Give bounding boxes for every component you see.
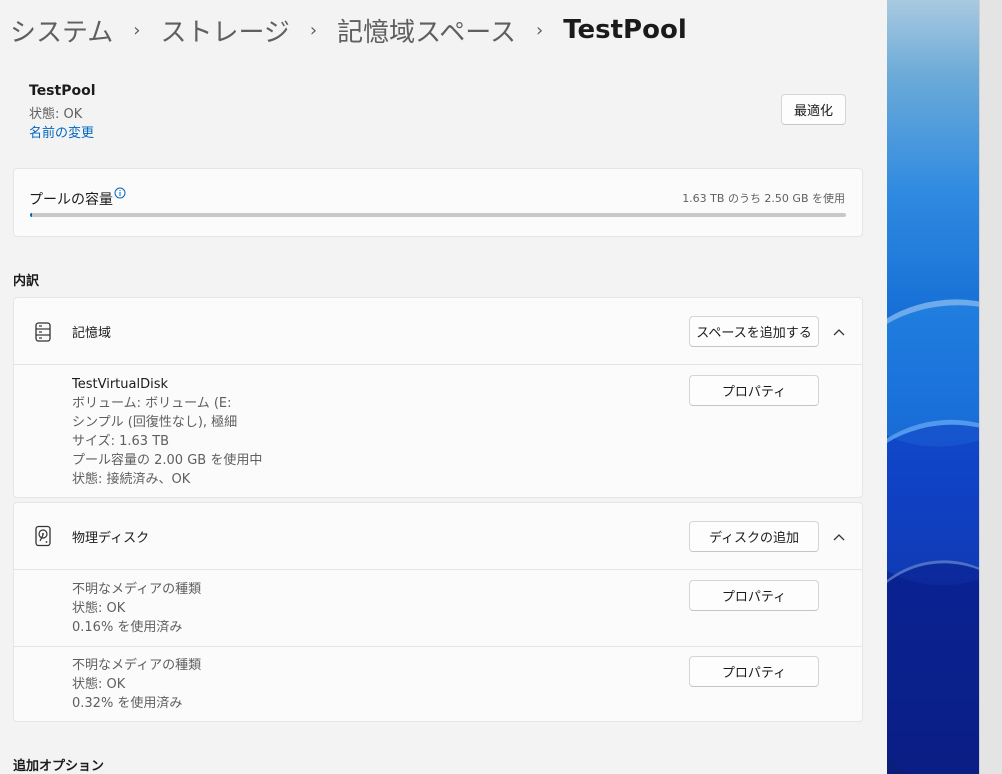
physical-disk-status: 状態: OK <box>72 677 126 692</box>
storage-icon <box>35 322 51 342</box>
physical-disk-properties-button[interactable]: プロパティ <box>689 656 819 687</box>
scrollbar[interactable] <box>979 0 1002 774</box>
virtual-disk-pool-usage: プール容量の 2.00 GB を使用中 <box>72 453 263 468</box>
virtual-disk-size: サイズ: 1.63 TB <box>72 434 170 449</box>
pool-capacity-card: プールの容量 1.63 TB のうち 2.50 GB を使用 <box>13 168 863 237</box>
pool-name: TestPool <box>29 83 96 99</box>
breadcrumb-separator: › <box>536 19 544 41</box>
virtual-disk-properties-button[interactable]: プロパティ <box>689 375 819 406</box>
physical-disk-media-type: 不明なメディアの種類 <box>72 582 202 597</box>
physical-disk-usage: 0.16% を使用済み <box>72 620 183 635</box>
physical-disks-group-header[interactable]: 物理ディスク ディスクの追加 <box>14 503 862 569</box>
additional-options-title: 追加オプション <box>13 759 105 774</box>
virtual-disk-volume: ボリューム: ボリューム (E: <box>72 396 232 411</box>
breadcrumb-separator: › <box>309 19 318 41</box>
breadcrumb-storage[interactable]: ストレージ <box>160 12 289 49</box>
physical-disks-group: 物理ディスク ディスクの追加 不明なメディアの種類 状態: OK 0.16% を… <box>13 502 863 722</box>
divider <box>14 364 862 365</box>
rename-link[interactable]: 名前の変更 <box>29 122 94 141</box>
storage-group-title: 記憶域 <box>72 326 112 341</box>
breadcrumb: システム › ストレージ › 記憶域スペース › TestPool <box>10 10 687 50</box>
storage-group-header[interactable]: 記憶域 スペースを追加する <box>14 298 862 364</box>
virtual-disk-item: TestVirtualDisk ボリューム: ボリューム (E: シンプル (回… <box>72 375 262 489</box>
settings-content: システム › ストレージ › 記憶域スペース › TestPool TestPo… <box>0 0 887 774</box>
physical-disk-usage: 0.32% を使用済み <box>72 696 183 711</box>
desktop-wallpaper <box>887 0 979 774</box>
physical-disk-item: 不明なメディアの種類 状態: OK 0.32% を使用済み <box>72 656 201 713</box>
breadcrumb-system[interactable]: システム <box>10 12 113 49</box>
pool-capacity-bar-fill <box>30 213 33 217</box>
chevron-up-icon[interactable] <box>832 325 846 339</box>
breadcrumb-current-page: TestPool <box>563 15 687 45</box>
physical-disk-media-type: 不明なメディアの種類 <box>72 658 202 673</box>
physical-disks-group-title: 物理ディスク <box>72 531 150 546</box>
pool-capacity-usage: 1.63 TB のうち 2.50 GB を使用 <box>682 192 845 205</box>
pool-status: 状態: OK <box>29 107 83 122</box>
info-icon[interactable] <box>114 187 126 199</box>
storage-group: 記憶域 スペースを追加する TestVirtualDisk ボリューム: ボリュ… <box>13 297 863 498</box>
physical-disk-status: 状態: OK <box>72 601 126 616</box>
virtual-disk-name: TestVirtualDisk <box>72 377 169 392</box>
virtual-disk-status: 状態: 接続済み、OK <box>72 472 191 487</box>
virtual-disk-resiliency: シンプル (回復性なし), 極細 <box>72 415 238 430</box>
breakdown-title: 内訳 <box>13 274 40 289</box>
add-space-button[interactable]: スペースを追加する <box>689 316 819 347</box>
breadcrumb-storage-spaces[interactable]: 記憶域スペース <box>337 12 516 49</box>
optimize-button[interactable]: 最適化 <box>781 94 846 125</box>
physical-disk-item: 不明なメディアの種類 状態: OK 0.16% を使用済み <box>72 580 201 637</box>
pool-capacity-label: プールの容量 <box>29 192 113 208</box>
breadcrumb-separator: › <box>133 19 141 41</box>
hard-disk-icon <box>35 525 51 547</box>
divider <box>14 569 862 570</box>
add-disk-button[interactable]: ディスクの追加 <box>689 521 819 552</box>
chevron-up-icon[interactable] <box>832 530 846 544</box>
physical-disk-properties-button[interactable]: プロパティ <box>689 580 819 611</box>
wallpaper-wave <box>887 544 979 774</box>
divider <box>14 646 862 647</box>
pool-capacity-bar <box>30 213 846 217</box>
